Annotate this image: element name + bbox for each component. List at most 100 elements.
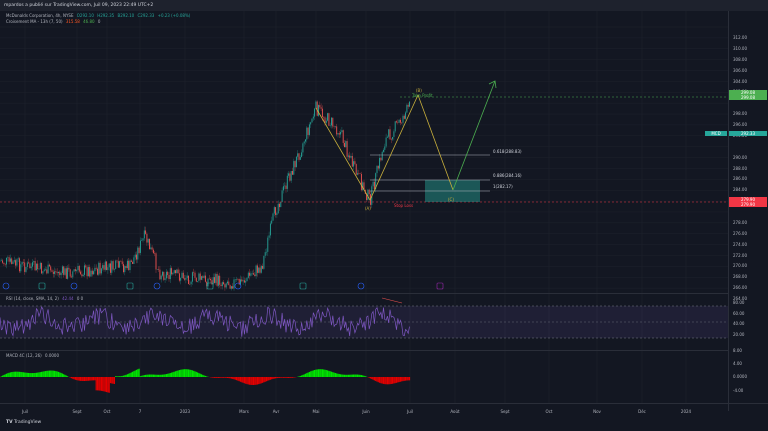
candles: [0, 100, 410, 291]
macd-bar: [256, 377, 258, 385]
price-tick: 286.00: [733, 176, 747, 182]
macd-bar: [102, 377, 104, 392]
macd-bar: [304, 373, 307, 377]
macd-bar: [180, 369, 182, 377]
macd-bar: [34, 372, 36, 377]
candle: [32, 262, 33, 267]
price-tick: 270.00: [733, 263, 747, 269]
macd-bar: [329, 371, 331, 377]
time-tick: Août: [450, 409, 460, 414]
macd-bar: [298, 376, 300, 377]
last-price-tag: 292.33: [729, 131, 767, 136]
symbol-name: McDonalds Corporation, 4h, NYSE: [6, 13, 74, 18]
candle: [221, 282, 223, 287]
candle: [163, 271, 165, 280]
macd-bar: [247, 377, 249, 385]
macd-bar: [289, 377, 291, 378]
take-profit-label: Take Profit: [412, 93, 433, 98]
candle: [292, 170, 293, 175]
fib-1-label: 1(282.17): [493, 184, 513, 189]
symbol-legend[interactable]: McDonalds Corporation, 4h, NYSE O292.10 …: [6, 13, 192, 18]
time-tick: Mars: [239, 409, 249, 414]
grid: [0, 11, 728, 403]
candle: [284, 185, 286, 187]
macd-bar: [128, 373, 130, 377]
macd-bar: [116, 376, 118, 377]
rsi-divergence-line: [381, 297, 403, 304]
candle: [198, 273, 200, 282]
macd-bar: [337, 373, 339, 377]
candle: [345, 141, 347, 148]
macd-bar: [319, 369, 321, 377]
macd-bar: [57, 371, 60, 377]
macd-bar: [146, 374, 148, 377]
tradingview-logo[interactable]: TV TradingView: [6, 420, 41, 425]
macd-bar: [342, 374, 344, 377]
macd-bar: [324, 369, 326, 377]
candle: [160, 275, 162, 280]
macd-bar: [245, 377, 247, 384]
rsi-tick: 40.00: [733, 321, 745, 326]
candle: [311, 118, 313, 123]
macd-bar: [137, 369, 139, 377]
candle: [12, 261, 14, 264]
macd-bar: [395, 377, 398, 383]
macd-bar: [355, 374, 357, 377]
candle: [342, 130, 344, 143]
macd-tick: -4.00: [733, 388, 744, 393]
macd-tick: 4.00: [733, 361, 742, 366]
candle: [267, 237, 269, 252]
macd-bar: [24, 372, 26, 377]
candle: [199, 273, 201, 280]
macd-bar: [120, 376, 122, 377]
candle: [210, 278, 212, 281]
macd-bar: [168, 373, 170, 377]
macd-bar: [215, 377, 217, 378]
candle: [277, 203, 279, 214]
price-tick: 310.00: [733, 45, 747, 51]
macd-bar: [176, 370, 178, 377]
macd-bar: [225, 377, 227, 378]
rsi-legend[interactable]: RSI (14, close, SMA, 14, 2) 42.44 0 0: [6, 296, 85, 301]
macd-legend[interactable]: MACD 4C (12, 26) 0.0000: [6, 353, 61, 358]
macd-bar: [323, 369, 325, 377]
candle: [310, 122, 312, 125]
macd-bar: [238, 377, 240, 382]
stop-loss-tag: 279.90 279.90: [729, 197, 767, 207]
candle: [347, 155, 349, 157]
macd-bar: [223, 377, 225, 378]
candle: [242, 280, 244, 282]
candle: [350, 155, 352, 158]
candle: [316, 101, 318, 116]
macd-bar: [308, 371, 310, 377]
macd-bar: [259, 377, 261, 384]
macd-bar: [167, 373, 169, 377]
macd-bar: [389, 377, 391, 385]
chart-canvas[interactable]: [0, 11, 768, 411]
candle: [95, 267, 97, 269]
macd-bar: [277, 377, 279, 378]
candle: [142, 238, 144, 241]
price-tick: 296.00: [733, 122, 747, 128]
candle: [229, 285, 231, 289]
candle: [150, 247, 152, 250]
price-tick: 278.00: [733, 219, 747, 225]
candle: [329, 125, 331, 126]
low-value: B292.10: [117, 13, 135, 18]
macd-bar: [190, 369, 192, 377]
indicator-legend[interactable]: Croisement MA - 13h (7, 50) 315.58 46.80…: [6, 19, 102, 24]
time-tick: Sept: [500, 409, 510, 414]
macd-bar: [364, 376, 366, 377]
macd-bar: [243, 377, 245, 384]
candle: [65, 268, 67, 279]
macd-bar: [268, 377, 270, 381]
candle: [147, 238, 149, 243]
macd-bar: [354, 374, 356, 377]
candle: [132, 261, 134, 264]
macd-bar: [306, 373, 308, 377]
macd-bar: [28, 372, 30, 377]
macd-bar: [3, 374, 5, 377]
candle: [357, 173, 358, 175]
candle: [279, 203, 280, 208]
macd-bar: [327, 370, 329, 377]
